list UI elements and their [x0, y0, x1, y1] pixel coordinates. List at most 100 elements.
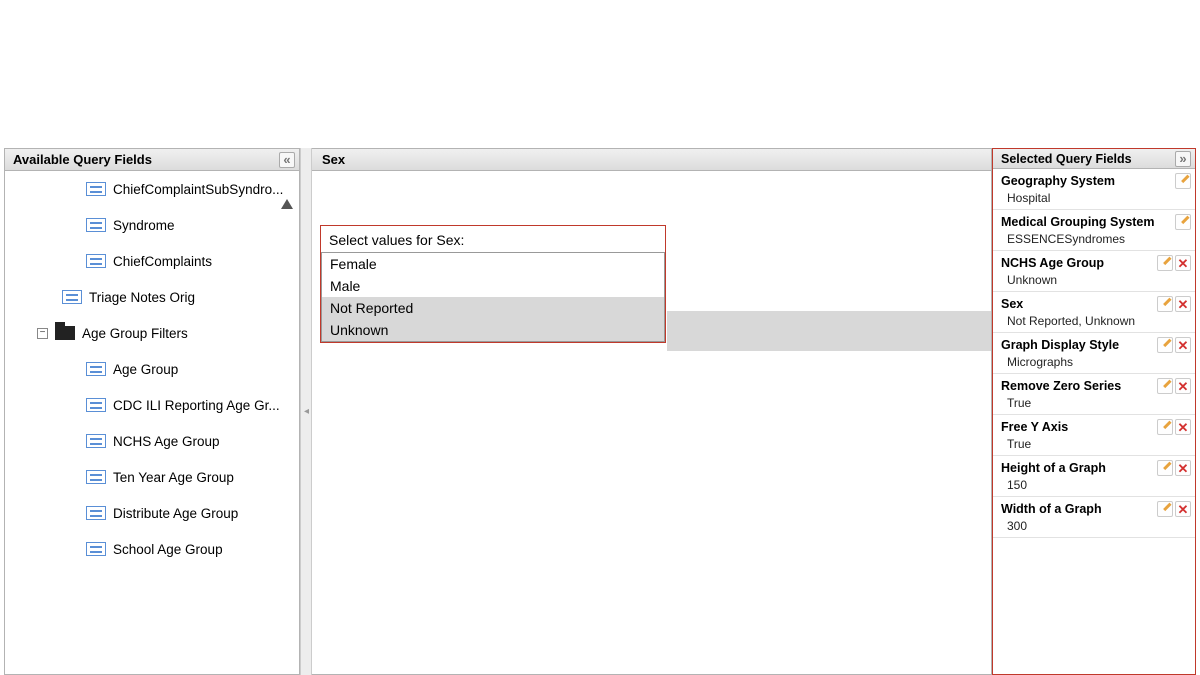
tree-item-label: Ten Year Age Group	[113, 470, 234, 485]
field-icon	[85, 469, 107, 485]
pencil-icon	[1160, 422, 1170, 432]
tree-item[interactable]: ChiefComplaints	[5, 243, 299, 279]
remove-field-button[interactable]: ✕	[1175, 255, 1191, 271]
close-icon: ✕	[1178, 462, 1189, 475]
pencil-icon	[1178, 176, 1188, 186]
remove-field-button[interactable]: ✕	[1175, 419, 1191, 435]
left-splitter[interactable]: ◂	[300, 148, 312, 675]
selected-field-item: NCHS Age Group ✕Unknown	[993, 251, 1195, 292]
expand-toggle[interactable]: −	[37, 328, 48, 339]
selected-query-fields-panel: Selected Query Fields Geography SystemHo…	[992, 148, 1196, 675]
available-query-fields-title: Available Query Fields	[13, 152, 152, 167]
selected-fields-list: Geography SystemHospitalMedical Grouping…	[993, 169, 1195, 674]
field-icon	[85, 181, 107, 197]
selected-field-value: True	[1001, 394, 1191, 410]
tree-item-label: NCHS Age Group	[113, 434, 220, 449]
field-icon	[85, 433, 107, 449]
field-editor-panel: Sex Select values for Sex: FemaleMaleNot…	[312, 148, 992, 675]
field-icon	[61, 289, 83, 305]
tree-item-label: Distribute Age Group	[113, 506, 238, 521]
selected-field-name: Sex	[1001, 297, 1155, 311]
edit-field-button[interactable]	[1175, 173, 1191, 189]
edit-field-button[interactable]	[1157, 296, 1173, 312]
selected-field-value: Unknown	[1001, 271, 1191, 287]
selected-field-item: Medical Grouping SystemESSENCESyndromes	[993, 210, 1195, 251]
close-icon: ✕	[1178, 421, 1189, 434]
tree-item[interactable]: ChiefComplaintSubSyndro...	[5, 171, 299, 207]
tree-item[interactable]: Distribute Age Group	[5, 495, 299, 531]
selected-field-value: 150	[1001, 476, 1191, 492]
available-query-fields-header: Available Query Fields	[5, 149, 299, 171]
field-tree: ChiefComplaintSubSyndro... Syndrome ChiefC…	[5, 171, 299, 674]
listbox-option[interactable]: Male	[322, 275, 664, 297]
selected-field-item: Sex ✕Not Reported, Unknown	[993, 292, 1195, 333]
selected-field-item: Width of a Graph ✕300	[993, 497, 1195, 538]
pencil-icon	[1160, 463, 1170, 473]
listbox-option[interactable]: Not Reported	[322, 297, 664, 319]
tree-item[interactable]: Syndrome	[5, 207, 299, 243]
value-select-prompt: Select values for Sex:	[321, 226, 665, 252]
splitter-grip-icon: ◂	[304, 407, 309, 417]
tree-item-label: Age Group	[113, 362, 178, 377]
tree-item-label: ChiefComplaints	[113, 254, 212, 269]
tree-item[interactable]: Age Group	[5, 351, 299, 387]
selected-field-value: ESSENCESyndromes	[1001, 230, 1191, 246]
available-query-fields-panel: Available Query Fields ChiefComplaintSub…	[4, 148, 300, 675]
remove-field-button[interactable]: ✕	[1175, 460, 1191, 476]
field-editor-header: Sex	[312, 149, 991, 171]
selected-field-name: Free Y Axis	[1001, 420, 1155, 434]
tree-item-label: CDC ILI Reporting Age Gr...	[113, 398, 280, 413]
listbox-option[interactable]: Unknown	[322, 319, 664, 341]
collapse-left-panel-button[interactable]	[279, 152, 295, 168]
selected-field-item: Geography SystemHospital	[993, 169, 1195, 210]
selection-highlight-band	[667, 311, 991, 331]
field-icon	[85, 217, 107, 233]
selected-field-name: Graph Display Style	[1001, 338, 1155, 352]
collapse-right-panel-button[interactable]	[1175, 151, 1191, 167]
selected-field-value: Hospital	[1001, 189, 1191, 205]
edit-field-button[interactable]	[1157, 255, 1173, 271]
selected-field-name: Geography System	[1001, 174, 1173, 188]
selected-field-item: Height of a Graph ✕150	[993, 456, 1195, 497]
selected-query-fields-title: Selected Query Fields	[1001, 152, 1132, 166]
field-icon	[85, 397, 107, 413]
pencil-icon	[1160, 258, 1170, 268]
value-listbox[interactable]: FemaleMaleNot ReportedUnknown	[321, 252, 665, 342]
close-icon: ✕	[1178, 339, 1189, 352]
selected-field-item: Free Y Axis ✕True	[993, 415, 1195, 456]
tree-item-label: ChiefComplaintSubSyndro...	[113, 182, 283, 197]
edit-field-button[interactable]	[1157, 501, 1173, 517]
edit-field-button[interactable]	[1157, 419, 1173, 435]
pencil-icon	[1178, 217, 1188, 227]
edit-field-button[interactable]	[1157, 378, 1173, 394]
selected-field-value: Not Reported, Unknown	[1001, 312, 1191, 328]
pencil-icon	[1160, 340, 1170, 350]
tree-item[interactable]: CDC ILI Reporting Age Gr...	[5, 387, 299, 423]
remove-field-button[interactable]: ✕	[1175, 501, 1191, 517]
edit-field-button[interactable]	[1157, 337, 1173, 353]
selected-field-value: True	[1001, 435, 1191, 451]
selected-field-item: Graph Display Style✕Micrographs	[993, 333, 1195, 374]
field-icon	[85, 253, 107, 269]
field-icon	[85, 541, 107, 557]
tree-item[interactable]: School Age Group	[5, 531, 299, 567]
selected-field-value: 300	[1001, 517, 1191, 533]
close-icon: ✕	[1178, 503, 1189, 516]
close-icon: ✕	[1178, 298, 1189, 311]
remove-field-button[interactable]: ✕	[1175, 337, 1191, 353]
edit-field-button[interactable]	[1157, 460, 1173, 476]
edit-field-button[interactable]	[1175, 214, 1191, 230]
remove-field-button[interactable]: ✕	[1175, 378, 1191, 394]
tree-item[interactable]: Ten Year Age Group	[5, 459, 299, 495]
selected-field-name: Width of a Graph	[1001, 502, 1155, 516]
tree-item[interactable]: NCHS Age Group	[5, 423, 299, 459]
remove-field-button[interactable]: ✕	[1175, 296, 1191, 312]
field-icon	[85, 361, 107, 377]
listbox-option[interactable]: Female	[322, 253, 664, 275]
tree-item-label: Syndrome	[113, 218, 175, 233]
selected-field-name: Height of a Graph	[1001, 461, 1155, 475]
close-icon: ✕	[1178, 380, 1189, 393]
tree-item[interactable]: −Age Group Filters	[5, 315, 299, 351]
selected-field-name: NCHS Age Group	[1001, 256, 1155, 270]
tree-item[interactable]: Triage Notes Orig	[5, 279, 299, 315]
